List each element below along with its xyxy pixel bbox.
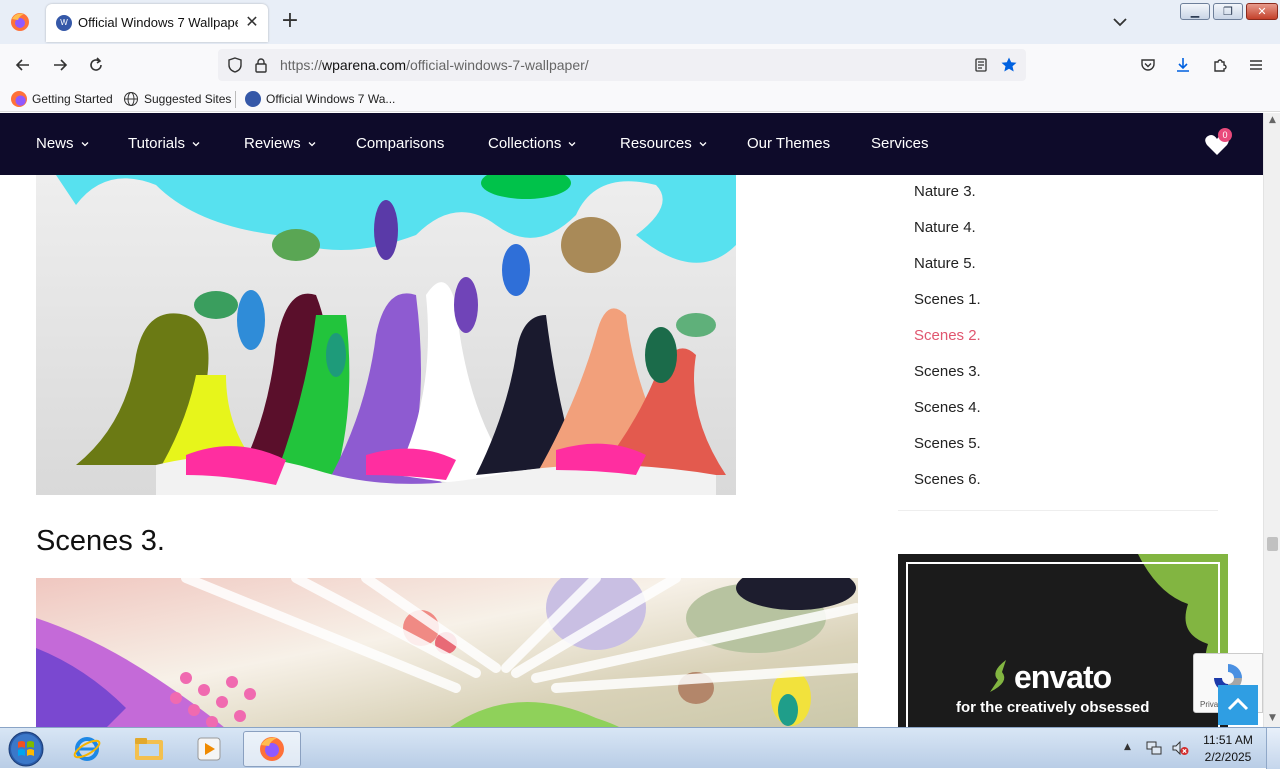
scenes-3-wallpaper-image xyxy=(36,578,858,727)
menu-item-resources[interactable]: Resources xyxy=(620,135,707,152)
envato-advertisement[interactable]: envato for the creatively obsessed xyxy=(898,554,1228,727)
bookmark-suggested-sites[interactable]: Suggested Sites xyxy=(123,90,231,108)
site-navigation-menu: News Tutorials Reviews Comparisons Colle… xyxy=(0,113,1263,175)
taskbar-internet-explorer[interactable] xyxy=(58,731,116,767)
envato-logo-text: envato xyxy=(1014,659,1112,695)
url-bar[interactable]: https://wparena.com/official-windows-7-w… xyxy=(218,49,1026,81)
chevron-down-icon xyxy=(81,141,88,146)
toc-item-scenes-1[interactable]: Scenes 1. xyxy=(914,291,981,308)
tab-favicon-icon: W xyxy=(56,15,72,31)
new-tab-plus-icon[interactable]: + xyxy=(278,10,302,34)
url-text[interactable]: https://wparena.com/official-windows-7-w… xyxy=(280,57,589,73)
file-explorer-icon xyxy=(135,738,163,760)
media-player-icon xyxy=(197,737,221,761)
menu-item-news[interactable]: News xyxy=(36,135,89,152)
navigation-toolbar: https://wparena.com/official-windows-7-w… xyxy=(0,44,1280,86)
lock-icon[interactable] xyxy=(248,52,274,78)
firefox-icon[interactable] xyxy=(8,10,32,34)
menu-item-our-themes[interactable]: Our Themes xyxy=(747,135,830,152)
chevron-down-icon xyxy=(192,141,200,146)
windows-taskbar: ▲ 11:51 AM 2/2/2025 xyxy=(0,727,1280,769)
table-of-contents: Nature 3. Nature 4. Nature 5. Scenes 1. … xyxy=(898,175,1218,511)
scroll-down-arrow-icon[interactable]: ▼ xyxy=(1267,713,1278,724)
volume-muted-icon[interactable] xyxy=(1171,740,1189,756)
bookmark-official-windows-7[interactable]: Official Windows 7 Wa... xyxy=(245,90,395,108)
toc-item-nature-3[interactable]: Nature 3. xyxy=(914,183,976,200)
hamburger-menu-icon[interactable] xyxy=(1243,52,1269,78)
envato-tagline: for the creatively obsessed xyxy=(956,699,1150,716)
scenes-2-wallpaper-image xyxy=(36,175,736,495)
taskbar-media-player[interactable] xyxy=(180,731,238,767)
firefox-icon xyxy=(11,91,27,107)
menu-item-reviews[interactable]: Reviews xyxy=(244,135,316,152)
scrollbar-thumb[interactable] xyxy=(1267,537,1278,551)
envato-leaf-icon xyxy=(990,660,1006,692)
firefox-icon xyxy=(260,737,284,761)
scroll-up-arrow-icon[interactable]: ▲ xyxy=(1267,115,1278,126)
menu-item-services[interactable]: Services xyxy=(871,135,929,152)
page-viewport: News Tutorials Reviews Comparisons Colle… xyxy=(0,113,1263,727)
menu-item-comparisons[interactable]: Comparisons xyxy=(356,135,444,152)
tab-title: Official Windows 7 Wallpapers xyxy=(78,15,238,30)
menu-item-collections[interactable]: Collections xyxy=(488,135,576,152)
page-scrollbar[interactable]: ▲ ▼ xyxy=(1263,113,1280,727)
downloads-icon[interactable] xyxy=(1170,52,1196,78)
network-icon[interactable] xyxy=(1146,740,1162,756)
toc-item-scenes-5[interactable]: Scenes 5. xyxy=(914,435,981,452)
chevron-up-icon xyxy=(1227,697,1249,711)
back-arrow-icon[interactable] xyxy=(10,52,36,78)
toc-item-nature-4[interactable]: Nature 4. xyxy=(914,219,976,236)
bookmarks-toolbar: Getting Started Suggested Sites Official… xyxy=(0,86,1280,112)
taskbar-firefox[interactable] xyxy=(243,731,301,767)
start-orb-icon[interactable] xyxy=(6,730,46,768)
clock-date[interactable]: 2/2/2025 xyxy=(1195,750,1261,764)
toc-item-scenes-6[interactable]: Scenes 6. xyxy=(914,471,981,488)
list-all-tabs-chevron-down-icon[interactable] xyxy=(1108,10,1132,34)
section-heading: Scenes 3. xyxy=(36,525,165,557)
active-tab[interactable]: W Official Windows 7 Wallpapers ✕ xyxy=(46,4,268,42)
wishlist-count-badge: 0 xyxy=(1218,128,1232,142)
toc-item-scenes-2[interactable]: Scenes 2. xyxy=(914,327,981,344)
internet-explorer-icon xyxy=(73,737,101,761)
window-close-button[interactable]: ✕ xyxy=(1246,3,1278,20)
forward-arrow-icon[interactable] xyxy=(47,52,73,78)
show-hidden-icons-arrow-icon[interactable]: ▲ xyxy=(1124,742,1131,752)
back-to-top-button[interactable] xyxy=(1218,685,1258,725)
toc-item-nature-5[interactable]: Nature 5. xyxy=(914,255,976,272)
show-desktop-button[interactable] xyxy=(1266,728,1280,769)
menu-item-tutorials[interactable]: Tutorials xyxy=(128,135,200,152)
bookmark-getting-started[interactable]: Getting Started xyxy=(11,90,113,108)
chevron-down-icon xyxy=(308,141,316,146)
tracking-shield-icon[interactable] xyxy=(222,52,248,78)
globe-icon xyxy=(124,92,138,106)
tab-bar: W Official Windows 7 Wallpapers ✕ + ▁ ❐ … xyxy=(0,0,1280,44)
bookmark-star-icon[interactable] xyxy=(996,52,1022,78)
reader-view-icon[interactable] xyxy=(968,52,994,78)
clock-time[interactable]: 11:51 AM xyxy=(1195,733,1261,747)
reload-icon[interactable] xyxy=(83,52,109,78)
chevron-down-icon xyxy=(699,141,707,146)
toc-item-scenes-3[interactable]: Scenes 3. xyxy=(914,363,981,380)
chevron-down-icon xyxy=(568,141,576,146)
taskbar-file-explorer[interactable] xyxy=(120,731,178,767)
window-restore-button[interactable]: ❐ xyxy=(1213,3,1243,20)
window-minimize-button[interactable]: ▁ xyxy=(1180,3,1210,20)
extensions-puzzle-icon[interactable] xyxy=(1207,52,1233,78)
tab-close-icon[interactable]: ✕ xyxy=(242,12,262,32)
pocket-icon[interactable] xyxy=(1135,52,1161,78)
bookmark-separator xyxy=(235,91,236,108)
toc-item-scenes-4[interactable]: Scenes 4. xyxy=(914,399,981,416)
wparena-icon xyxy=(245,91,261,107)
